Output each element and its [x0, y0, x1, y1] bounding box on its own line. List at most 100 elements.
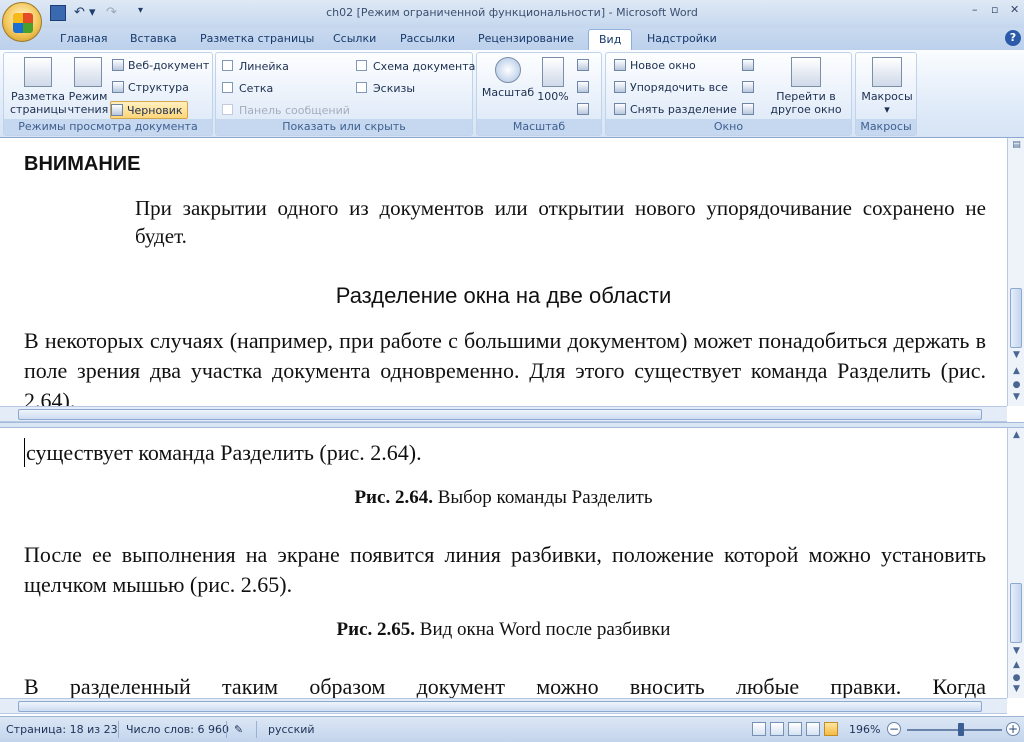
sync-scroll-button[interactable]: [742, 79, 758, 97]
gridlines-label: Сетка: [239, 82, 274, 95]
figure-number-64: Рис. 2.64.: [354, 487, 433, 508]
tab-addins[interactable]: Надстройки: [647, 32, 717, 45]
web-layout-button[interactable]: Веб-документ: [112, 57, 209, 75]
outline-icon: [112, 81, 124, 93]
word-count[interactable]: Число слов: 6 960: [126, 723, 229, 736]
view-draft-icon[interactable]: [824, 722, 838, 736]
zoom-button[interactable]: Масштаб: [481, 57, 535, 99]
view-outline-icon[interactable]: [806, 722, 820, 736]
one-page-icon: [577, 59, 589, 71]
zoom-label: Масштаб: [481, 86, 535, 99]
hscroll-thumb-top[interactable]: [18, 409, 982, 420]
arrange-all-button[interactable]: Упорядочить все: [614, 79, 728, 97]
tab-references[interactable]: Ссылки: [333, 32, 376, 45]
two-pages-button[interactable]: [577, 79, 593, 97]
body-paragraph: В некоторых случаях (например, при работ…: [24, 328, 986, 406]
vertical-scrollbar-top[interactable]: ▤ ▼ ▲ ● ▼: [1007, 138, 1024, 406]
scroll-thumb-bottom[interactable]: [1010, 583, 1022, 643]
one-page-button[interactable]: [577, 57, 593, 75]
document-map-label: Схема документа: [373, 60, 476, 73]
horizontal-scrollbar-bottom[interactable]: [0, 698, 1007, 714]
maximize-icon[interactable]: ▫: [991, 3, 998, 16]
office-button[interactable]: [2, 2, 42, 42]
tab-review[interactable]: Рецензирование: [478, 32, 574, 45]
next-page-icon[interactable]: ▼: [1011, 392, 1022, 402]
group-label-show: Показать или скрыть: [216, 119, 472, 135]
prev-page-icon-bottom[interactable]: ▲: [1011, 660, 1022, 670]
scroll-thumb-top[interactable]: [1010, 288, 1022, 348]
note-text: При закрытии одного из документов или от…: [135, 196, 986, 248]
draft-icon: [111, 104, 123, 116]
page-layout-icon: [24, 57, 52, 87]
hscroll-thumb-bottom[interactable]: [18, 701, 982, 712]
reading-mode-button[interactable]: Режим чтения: [66, 57, 110, 116]
continued-line: существует команда Разделить (рис. 2.64)…: [24, 438, 422, 467]
remove-split-button[interactable]: Снять разделение: [614, 101, 737, 119]
arrange-all-label: Упорядочить все: [630, 81, 728, 94]
document-pane-bottom[interactable]: существует команда Разделить (рис. 2.64)…: [0, 428, 1007, 698]
outline-button[interactable]: Структура: [112, 79, 189, 97]
web-layout-icon: [112, 59, 124, 71]
thumbnails-label: Эскизы: [373, 82, 416, 95]
two-pages-icon: [577, 81, 589, 93]
proofing-icon[interactable]: ✎: [234, 723, 243, 736]
side-by-side-button[interactable]: [742, 57, 758, 75]
thumbnails-checkbox[interactable]: Эскизы: [356, 81, 415, 97]
tab-home[interactable]: Главная: [60, 32, 108, 45]
zoom-slider-thumb[interactable]: [958, 723, 964, 736]
arrange-all-icon: [614, 81, 626, 93]
tab-mailings[interactable]: Рассылки: [400, 32, 455, 45]
scroll-up-icon[interactable]: ▲: [1011, 430, 1022, 440]
zoom-level[interactable]: 196%: [849, 723, 880, 736]
page-layout-button[interactable]: Разметка страницы: [10, 57, 67, 116]
reading-mode-label-2: чтения: [67, 103, 109, 116]
group-label-window: Окно: [606, 119, 851, 135]
remove-split-label: Снять разделение: [630, 103, 737, 116]
zoom-100-button[interactable]: 100%: [535, 57, 571, 103]
minimize-icon[interactable]: –: [972, 3, 978, 16]
page-width-button[interactable]: [577, 101, 593, 119]
new-window-label: Новое окно: [630, 59, 696, 72]
browse-object-icon-bottom[interactable]: ●: [1011, 673, 1022, 683]
scroll-down-icon[interactable]: ▼: [1011, 350, 1022, 360]
new-window-button[interactable]: Новое окно: [614, 57, 696, 75]
scroll-down-icon-bottom[interactable]: ▼: [1011, 646, 1022, 656]
draft-button[interactable]: Черновик: [110, 101, 188, 119]
view-web-icon[interactable]: [788, 722, 802, 736]
vertical-scrollbar-bottom[interactable]: ▲ ▼ ▲ ● ▼: [1007, 428, 1024, 698]
body-paragraph-3: В разделенный таким образом документ мож…: [24, 674, 986, 698]
document-pane-top[interactable]: ВНИМАНИЕ При закрытии одного из документ…: [0, 138, 1007, 406]
ruler-checkbox[interactable]: Линейка: [222, 59, 289, 75]
switch-windows-label-1: Перейти в: [776, 90, 836, 103]
page-layout-label-1: Разметка: [10, 90, 66, 103]
reset-position-button[interactable]: [742, 101, 758, 119]
page-indicator[interactable]: Страница: 18 из 23: [6, 723, 118, 736]
group-label-views: Режимы просмотра документа: [4, 119, 212, 135]
zoom-in-icon[interactable]: +: [1006, 722, 1020, 736]
zoom-slider[interactable]: [907, 729, 1002, 731]
document-map-checkbox[interactable]: Схема документа: [356, 59, 475, 75]
ribbon: Разметка страницы Режим чтения Веб-докум…: [0, 50, 1024, 138]
window-title: ch02 [Режим ограниченной функциональност…: [326, 6, 698, 19]
close-icon[interactable]: ✕: [1010, 3, 1019, 16]
tab-view[interactable]: Вид: [588, 29, 633, 50]
browse-object-icon[interactable]: ●: [1011, 380, 1022, 390]
body-paragraph-2: После ее выполнения на экране появится л…: [24, 542, 986, 597]
next-page-icon-bottom[interactable]: ▼: [1011, 684, 1022, 694]
tab-insert[interactable]: Вставка: [130, 32, 177, 45]
figure-text-64: Выбор команды Разделить: [432, 487, 653, 508]
web-layout-label: Веб-документ: [128, 59, 210, 72]
language-indicator[interactable]: русский: [268, 723, 315, 736]
view-page-layout-icon[interactable]: [752, 722, 766, 736]
magnifier-icon: [495, 57, 521, 83]
prev-page-icon[interactable]: ▲: [1011, 366, 1022, 376]
horizontal-scrollbar-top[interactable]: [0, 406, 1007, 422]
macros-button[interactable]: Макросы ▾: [858, 57, 916, 116]
tab-page-layout[interactable]: Разметка страницы: [200, 32, 314, 45]
zoom-out-icon[interactable]: −: [887, 722, 901, 736]
split-box-icon[interactable]: ▤: [1011, 140, 1022, 150]
gridlines-checkbox[interactable]: Сетка: [222, 81, 273, 97]
office-logo-icon: [13, 13, 33, 33]
help-icon[interactable]: ?: [1005, 30, 1021, 46]
view-reading-icon[interactable]: [770, 722, 784, 736]
